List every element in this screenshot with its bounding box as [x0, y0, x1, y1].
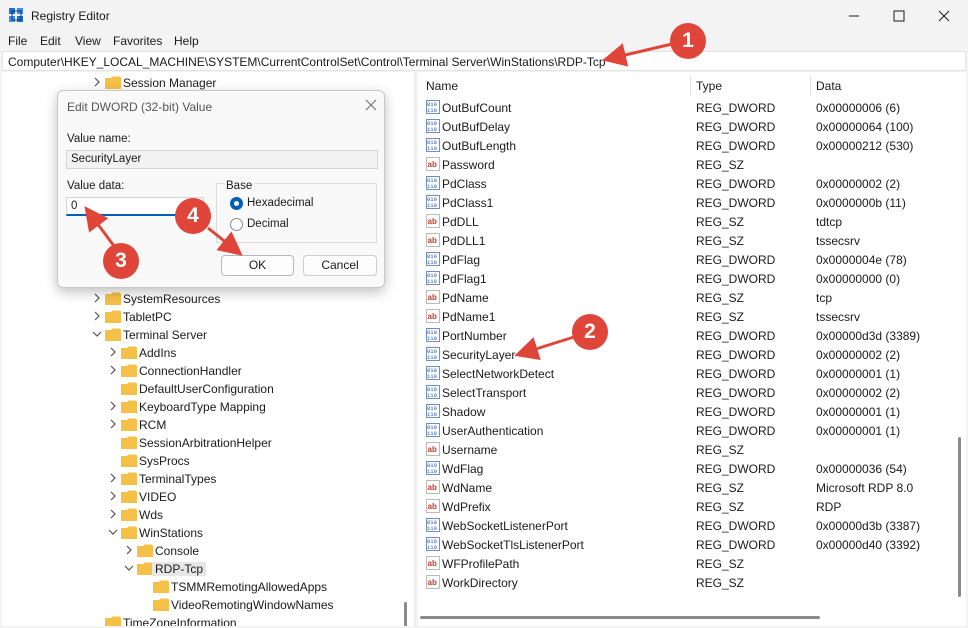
annotation-arrow	[84, 206, 116, 247]
annotation-arrow	[602, 42, 673, 67]
annotation-badge-4: 4	[175, 198, 211, 234]
annotation-arrow	[207, 226, 243, 256]
annotation-badge-2: 2	[572, 314, 608, 350]
annotation-badge-1: 1	[670, 23, 706, 59]
annotation-badge-3: 3	[103, 243, 139, 279]
annotation-arrow	[514, 335, 575, 361]
annotation-overlay	[84, 42, 673, 361]
